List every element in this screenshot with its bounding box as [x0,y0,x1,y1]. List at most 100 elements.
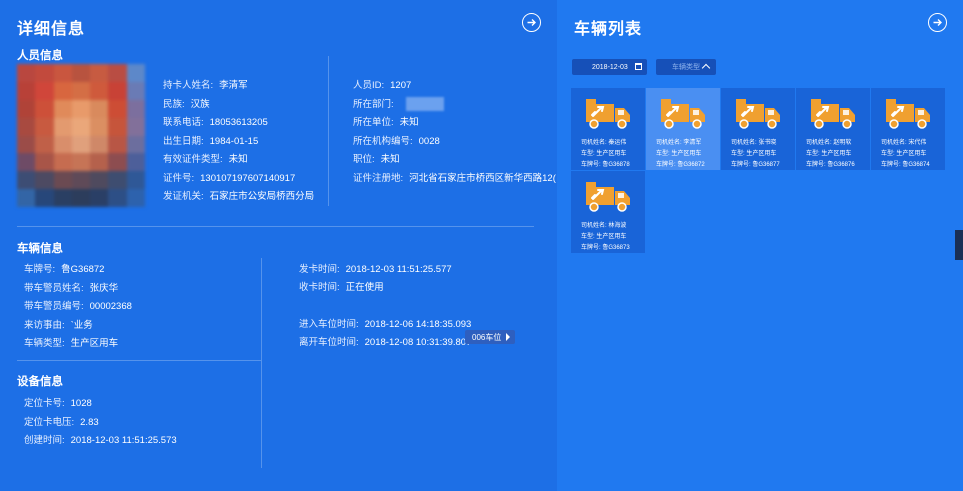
truck-icon [736,99,780,129]
person-field-label: 出生日期: [163,135,204,147]
device-field-row: 创建时间: 2018-12-03 11:51:25.573 [24,432,177,446]
vehicle-field-value: `业务 [70,319,93,331]
date-picker[interactable]: 2018-12-03 [572,59,647,75]
calendar-icon [635,63,642,70]
vehicle-card[interactable]: 司机姓名: 李清军 车型: 生产区用车 车牌号: 鲁G36872 [646,88,720,170]
card-driver: 司机姓名: 秦运伟 [581,140,627,146]
person-section-title: 人员信息 [17,50,63,62]
person-field-row: 联系电话: 18053613205 [163,114,268,128]
person-field-label: 民族: [163,98,185,110]
parking-slot-button[interactable]: 006车位 [465,330,515,344]
vehicle-field-label: 来访事由: [24,319,65,331]
person-field-label: 发证机关: [163,191,204,202]
person-field-value: 1984-01-15 [209,135,259,147]
device-field-row: 定位卡电压: 2.83 [24,414,99,428]
person-field-row: 发证机关: 石家庄市公安局桥西分局 [163,188,314,202]
vehicle-time-value: 2018-12-03 11:51:25.577 [345,264,452,275]
vehicle-section-title: 车辆信息 [17,243,63,255]
person-field-row: 出生日期: 1984-01-15 [163,133,258,147]
vehicle-card[interactable]: 司机姓名: 宋代伟 车型: 生产区用车 车牌号: 鲁G36874 [871,88,945,170]
vehicle-card[interactable]: 司机姓名: 林海波 车型: 生产区用车 车牌号: 鲁G36873 [571,171,645,253]
vehicle-field-label: 车辆类型: [24,338,65,349]
person-field-label: 人员ID: [353,80,385,91]
person-field-row: 所在部门: [353,96,444,111]
person-field-label: 联系电话: [163,117,204,128]
vehicle-time-row: 进入车位时间: 2018-12-06 14:18:35.093 [299,316,471,330]
vehicle-time-value: 2018-12-08 10:31:39.807 [364,337,472,348]
person-field-label: 持卡人姓名: [163,80,214,91]
device-field-value: 1028 [70,398,92,409]
person-field-row: 所在机构编号: 0028 [353,133,440,147]
person-field-value: 130107197607140917 [200,172,296,184]
vehicle-field-row: 车牌号: 鲁G36872 [24,261,104,275]
person-field-value: 河北省石家庄市桥西区新华西路12( [409,172,556,184]
vehicle-time-label: 进入车位时间: [299,319,359,330]
card-plate: 车牌号: 鲁G36874 [881,162,930,168]
device-field-value: 2.83 [80,416,99,428]
truck-icon [586,99,630,129]
vehicle-card[interactable]: 司机姓名: 赵明软 车型: 生产区用车 车牌号: 鲁G36876 [796,88,870,170]
vehicle-card[interactable]: 司机姓名: 秦运伟 车型: 生产区用车 车牌号: 鲁G36878 [571,88,645,170]
truck-icon [661,99,705,129]
vehicle-time-row: 发卡时间: 2018-12-03 11:51:25.577 [299,261,452,275]
person-field-row: 证件注册地: 河北省石家庄市桥西区新华西路12( [353,170,556,184]
vehicle-time-label: 发卡时间: [299,264,340,275]
side-collapse-tab[interactable] [955,230,963,260]
device-field-label: 定位卡电压: [24,416,75,428]
truck-icon [586,182,630,212]
caret-right-icon [506,333,510,341]
card-type: 车型: 生产区用车 [656,151,702,157]
chevron-up-icon [701,63,711,73]
card-plate: 车牌号: 鲁G36877 [731,162,780,168]
vehicle-field-label: 带车警员姓名: [24,282,84,294]
person-field-value: 未知 [399,117,419,128]
vehicle-time-row: 离开车位时间: 2018-12-08 10:31:39.807 [299,334,471,348]
vehicle-field-value: 鲁G36872 [61,264,105,275]
device-field-row: 定位卡号: 1028 [24,395,92,409]
vehicle-field-label: 车牌号: [24,264,56,275]
person-bottom-divider [17,226,534,227]
person-field-row: 人员ID: 1207 [353,77,411,91]
card-plate: 车牌号: 鲁G36876 [806,162,855,168]
arrow-right-icon [527,19,536,26]
vehicle-type-select[interactable]: 车辆类型 [656,59,716,75]
person-field-label: 所在部门: [353,98,394,110]
vehicle-field-row: 来访事由: `业务 [24,317,93,331]
person-field-row: 有效证件类型: 未知 [163,151,248,165]
person-field-row: 持卡人姓名: 李清军 [163,77,248,91]
arrow-right-icon [933,19,942,26]
card-driver: 司机姓名: 宋代伟 [881,140,927,146]
vehicle-list-forward-button[interactable] [928,13,947,32]
card-driver: 司机姓名: 林海波 [581,223,627,229]
card-plate: 车牌号: 鲁G36872 [656,162,705,168]
card-type: 车型: 生产区用车 [581,151,627,157]
vehicle-bottom-divider [17,360,261,361]
vehicle-field-row: 车辆类型: 生产区用车 [24,335,118,349]
device-section-title: 设备信息 [17,376,63,388]
vehicle-time-row: 收卡时间: 正在使用 [299,279,384,293]
person-field-label: 有效证件类型: [163,154,223,165]
person-field-value: 李清军 [219,80,248,91]
person-field-value: 18053613205 [209,117,268,128]
person-field-row: 所在单位: 未知 [353,114,419,128]
detail-title: 详细信息 [17,21,86,38]
avatar [17,64,145,207]
vehicle-time-label: 离开车位时间: [299,337,359,348]
card-type: 车型: 生产区用车 [581,234,627,240]
person-field-value: 未知 [228,154,248,165]
vehicle-time-value: 正在使用 [345,282,384,293]
card-driver: 司机姓名: 赵明软 [806,140,852,146]
person-field-value: 1207 [390,80,412,91]
truck-icon [811,99,855,129]
person-field-label: 证件注册地: [353,172,404,184]
device-field-label: 定位卡号: [24,398,65,409]
person-field-value: 石家庄市公安局桥西分局 [209,191,315,202]
card-plate: 车牌号: 鲁G36873 [581,245,630,251]
department-redacted [405,96,444,111]
vehicle-field-value: 生产区用车 [70,338,119,349]
vehicle-divider [261,258,262,468]
card-type: 车型: 生产区用车 [881,151,927,157]
vehicle-card[interactable]: 司机姓名: 张书晓 车型: 生产区用车 车牌号: 鲁G36877 [721,88,795,170]
detail-forward-button[interactable] [522,13,541,32]
vehicle-time-label: 收卡时间: [299,282,340,293]
